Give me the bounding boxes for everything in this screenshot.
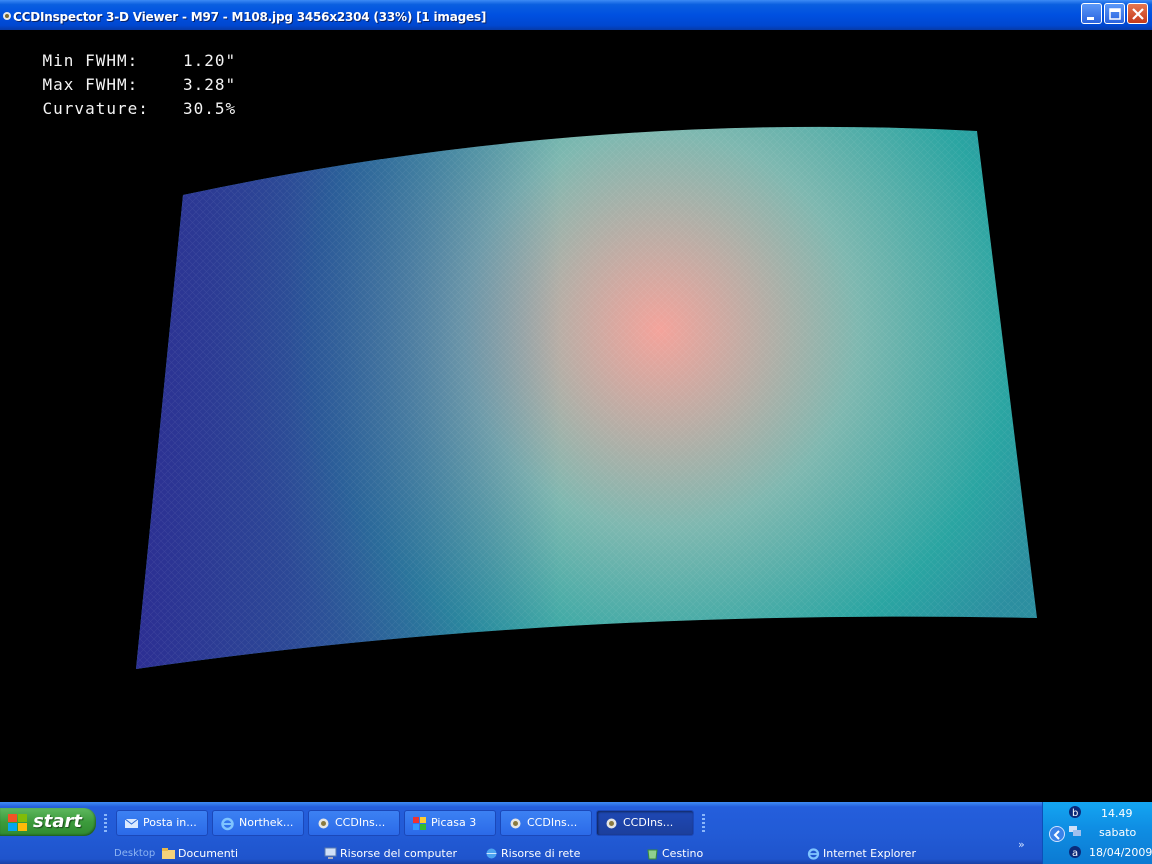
- network-icon: [486, 848, 497, 859]
- ccdinspector-icon: [606, 818, 617, 829]
- ccdinspector-app-icon[interactable]: [2, 10, 12, 22]
- window-title: CCDInspector 3-D Viewer - M97 - M108.jpg…: [13, 10, 487, 24]
- 3d-viewport[interactable]: Min FWHM: 1.20" Max FWHM: 3.28" Curvature:…: [0, 30, 1152, 802]
- task-picasa[interactable]: Picasa 3: [404, 810, 496, 836]
- start-button[interactable]: start: [0, 808, 96, 836]
- close-button[interactable]: [1127, 3, 1148, 24]
- task-ccdinspector-3[interactable]: CCDIns...: [596, 810, 694, 836]
- minimize-icon: [1087, 17, 1094, 20]
- desktop-toolbar-label: Desktop: [114, 848, 156, 859]
- fwhm-surface-plot[interactable]: [0, 30, 1152, 802]
- tray-expand-button[interactable]: [1049, 826, 1065, 842]
- maximize-icon: [1109, 8, 1121, 20]
- system-tray: b a 14.49 sabato 18/04/2009: [1042, 802, 1152, 864]
- start-label: start: [33, 811, 82, 832]
- maximize-button[interactable]: [1104, 3, 1125, 24]
- quicklinks-more-button[interactable]: »: [1018, 838, 1025, 851]
- ql-label: Documenti: [178, 847, 239, 860]
- mail-icon: [124, 818, 139, 828]
- task-posta[interactable]: Posta in...: [116, 810, 208, 836]
- windows-logo-icon: [8, 814, 27, 831]
- ql-label: Risorse di rete: [501, 847, 581, 860]
- svg-text:b: b: [1072, 808, 1078, 819]
- task-label: CCDIns...: [623, 816, 674, 829]
- network-status-icon[interactable]: [1068, 824, 1082, 838]
- picasa-icon: [413, 817, 426, 830]
- task-label: Picasa 3: [431, 816, 477, 829]
- minimize-button[interactable]: [1081, 3, 1102, 24]
- task-northek[interactable]: Northek...: [212, 810, 304, 836]
- svg-text:a: a: [1072, 848, 1078, 859]
- taskbar-grip[interactable]: [104, 814, 107, 832]
- ccdinspector-icon: [318, 818, 329, 829]
- window-title-bar[interactable]: CCDInspector 3-D Viewer - M97 - M108.jpg…: [0, 0, 1152, 30]
- recycle-bin-icon: [647, 849, 658, 860]
- task-label: CCDIns...: [527, 816, 578, 829]
- clock-time[interactable]: 14.49: [1101, 807, 1133, 820]
- ql-label: Cestino: [662, 847, 704, 860]
- taskbar: start Posta in... Northek... CCDIns... P…: [0, 802, 1152, 864]
- taskbar-grip[interactable]: [702, 814, 705, 832]
- ie-icon: [221, 817, 234, 831]
- computer-icon: [324, 847, 337, 859]
- clock-day: sabato: [1099, 826, 1137, 839]
- clock-date: 18/04/2009: [1089, 846, 1152, 859]
- folder-icon: [162, 848, 175, 859]
- task-ccdinspector-1[interactable]: CCDIns...: [308, 810, 400, 836]
- surface-mesh: [136, 126, 1037, 670]
- task-label: Posta in...: [143, 816, 197, 829]
- tray-app-icon[interactable]: b: [1068, 805, 1082, 819]
- task-label: Northek...: [239, 816, 294, 829]
- ql-label: Internet Explorer: [823, 847, 916, 860]
- ccdinspector-icon: [510, 818, 521, 829]
- chevron-left-icon: [1053, 830, 1060, 840]
- close-icon: [1132, 8, 1144, 20]
- tray-update-icon[interactable]: a: [1068, 845, 1082, 859]
- task-label: CCDIns...: [335, 816, 386, 829]
- task-ccdinspector-2[interactable]: CCDIns...: [500, 810, 592, 836]
- ql-label: Risorse del computer: [340, 847, 458, 860]
- ie-icon: [807, 848, 820, 860]
